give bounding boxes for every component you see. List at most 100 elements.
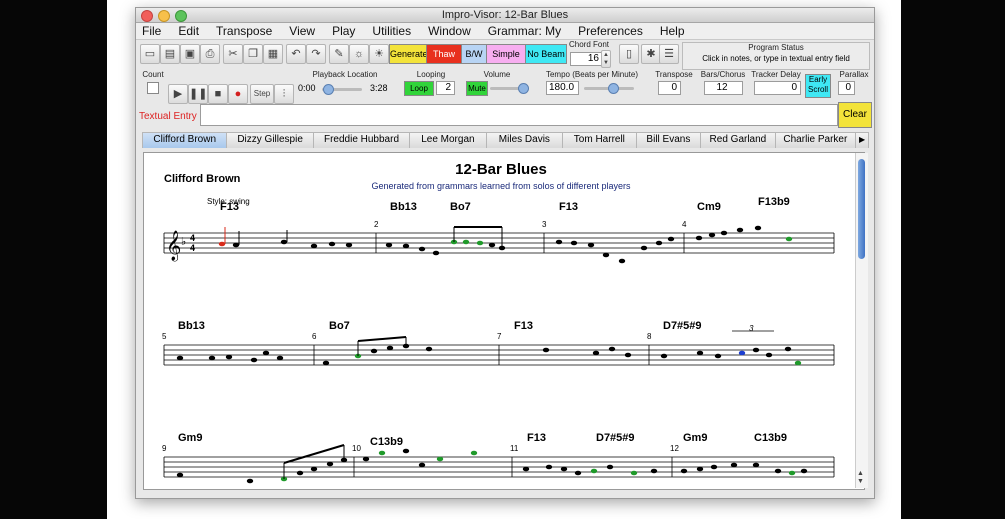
minimize-window-button[interactable] (158, 10, 170, 22)
textual-entry-input[interactable] (200, 104, 838, 126)
simple-button[interactable]: Simple (486, 44, 526, 64)
bars-group: Bars/Chorus 12 (700, 70, 746, 100)
close-window-button[interactable] (141, 10, 153, 22)
menu-transpose[interactable]: Transpose (216, 23, 272, 39)
scroll-arrows-icon[interactable]: ▲ ▼ (857, 470, 864, 486)
cut-icon[interactable]: ✂ (223, 44, 243, 64)
transpose-label: Transpose (655, 70, 693, 79)
paste-icon[interactable]: ▦ (263, 44, 283, 64)
chord-symbol: F13 (527, 432, 546, 444)
pencil-icon[interactable]: ✎ (329, 44, 349, 64)
chord-symbol: D7#5#9 (663, 320, 702, 332)
menu-window[interactable]: Window (428, 23, 471, 39)
playback-start: 0:00 (298, 83, 316, 93)
lightbulb-icon[interactable]: ☼ (349, 44, 369, 64)
score-scroll-thumb[interactable] (858, 159, 865, 259)
style-editor-icon[interactable]: ✱ (641, 44, 661, 64)
title-bar: Impro-Visor: 12-Bar Blues (136, 8, 874, 23)
step-button[interactable]: Step (250, 84, 274, 104)
clear-button[interactable]: Clear (838, 102, 872, 128)
tab-clifford-brown[interactable]: Clifford Brown (142, 132, 228, 148)
chord-symbol: Gm9 (178, 432, 202, 444)
undo-icon[interactable]: ↶ (286, 44, 306, 64)
no-beam-button[interactable]: No Beam (525, 44, 567, 64)
generate-button[interactable]: Generate (389, 44, 428, 64)
app-window: Impro-Visor: 12-Bar Blues File Edit Tran… (135, 7, 875, 499)
copy-icon[interactable]: ❐ (243, 44, 263, 64)
chord-symbol: D7#5#9 (596, 432, 635, 444)
playback-slider-thumb[interactable] (323, 84, 334, 95)
chord-font-field[interactable]: 16 (570, 52, 603, 66)
lightbulb-2-icon[interactable]: ☀ (369, 44, 389, 64)
bars-label: Bars/Chorus (700, 70, 746, 79)
tab-charlie-parker[interactable]: Charlie Parker (774, 132, 857, 148)
tab-red-garland[interactable]: Red Garland (700, 132, 776, 148)
menu-view[interactable]: View (289, 23, 315, 39)
tab-bill-evans[interactable]: Bill Evans (635, 132, 702, 148)
open-file-icon[interactable]: ▤ (160, 44, 180, 64)
mixer-icon[interactable]: ⫶ (274, 84, 294, 104)
right-desktop-edge (901, 0, 1005, 519)
loop-button[interactable]: Loop (404, 81, 434, 96)
bars-field[interactable]: 12 (704, 81, 743, 95)
loop-count-field[interactable]: 2 (436, 81, 455, 95)
looping-group: Looping Loop 2 (402, 70, 460, 100)
textual-entry-label: Textual Entry (139, 111, 197, 122)
tabs-scroll-right-icon[interactable]: ▶ (855, 132, 869, 148)
chord-symbol: Bb13 (390, 201, 417, 213)
menu-preferences[interactable]: Preferences (578, 23, 643, 39)
menu-play[interactable]: Play (332, 23, 355, 39)
tempo-field[interactable]: 180.0 (546, 81, 579, 95)
parallax-field[interactable]: 0 (838, 81, 855, 95)
transpose-field[interactable]: 0 (658, 81, 681, 95)
redo-icon[interactable]: ↷ (306, 44, 326, 64)
volume-slider-thumb[interactable] (518, 83, 529, 94)
menu-grammar[interactable]: Grammar: My (488, 23, 561, 39)
staff-system-1 (163, 232, 835, 254)
bw-button[interactable]: B/W (461, 44, 487, 64)
tab-tom-harrell[interactable]: Tom Harrell (562, 132, 637, 148)
playback-end: 3:28 (370, 83, 388, 93)
stop-icon[interactable]: ■ (208, 84, 228, 104)
play-icon[interactable]: ▶ (168, 84, 188, 104)
tracker-label: Tracker Delay (751, 70, 801, 79)
score-vertical-scrollbar[interactable]: ▲ ▼ (855, 153, 868, 488)
score-svg: 12-Bar Blues Generated from grammars lea… (162, 161, 835, 484)
tab-miles-davis[interactable]: Miles Davis (485, 132, 564, 148)
tab-freddie-hubbard[interactable]: Freddie Hubbard (312, 132, 411, 148)
measure-number: 4 (682, 220, 687, 229)
thaw-button[interactable]: Thaw (426, 44, 462, 64)
mute-button[interactable]: Mute (466, 81, 488, 96)
record-icon[interactable]: ● (228, 84, 248, 104)
menu-edit[interactable]: Edit (178, 23, 199, 39)
chord-font-stepper[interactable]: ▲ ▼ (601, 50, 611, 68)
preferences-icon[interactable]: ☰ (659, 44, 679, 64)
early-scroll-button[interactable]: Early Scroll (805, 74, 831, 98)
count-checkbox[interactable] (147, 82, 159, 94)
tab-lee-morgan[interactable]: Lee Morgan (409, 132, 487, 148)
program-status-label: Program Status (748, 43, 804, 52)
chord-symbol: C13b9 (754, 432, 787, 444)
new-file-icon[interactable]: ▭ (140, 44, 160, 64)
chord-symbol: F13b9 (758, 196, 790, 208)
looping-label: Looping (416, 70, 446, 79)
score-panel[interactable]: 12-Bar Blues Generated from grammars lea… (143, 152, 865, 490)
tempo-group: Tempo (Beats per Minute) 180.0 (544, 70, 640, 100)
treble-clef-icon: 𝄞 (166, 230, 181, 262)
tracker-field[interactable]: 0 (754, 81, 801, 95)
score-part-name: Clifford Brown (164, 173, 241, 185)
playback-group: Playback Location 0:00 3:28 (296, 70, 394, 100)
menu-file[interactable]: File (142, 23, 161, 39)
volume-label: Volume (483, 70, 511, 79)
menu-help[interactable]: Help (660, 23, 685, 39)
tab-dizzy-gillespie[interactable]: Dizzy Gillespie (226, 132, 314, 148)
measure-number: 5 (162, 332, 167, 341)
print-icon[interactable]: ⎙ (200, 44, 220, 64)
menu-utilities[interactable]: Utilities (372, 23, 411, 39)
zoom-window-button[interactable] (175, 10, 187, 22)
tempo-slider-thumb[interactable] (608, 83, 619, 94)
save-file-icon[interactable]: ▣ (180, 44, 200, 64)
pause-icon[interactable]: ❚❚ (188, 84, 208, 104)
add-page-icon[interactable]: ▯ (619, 44, 639, 64)
chord-symbol: F13 (220, 201, 239, 213)
